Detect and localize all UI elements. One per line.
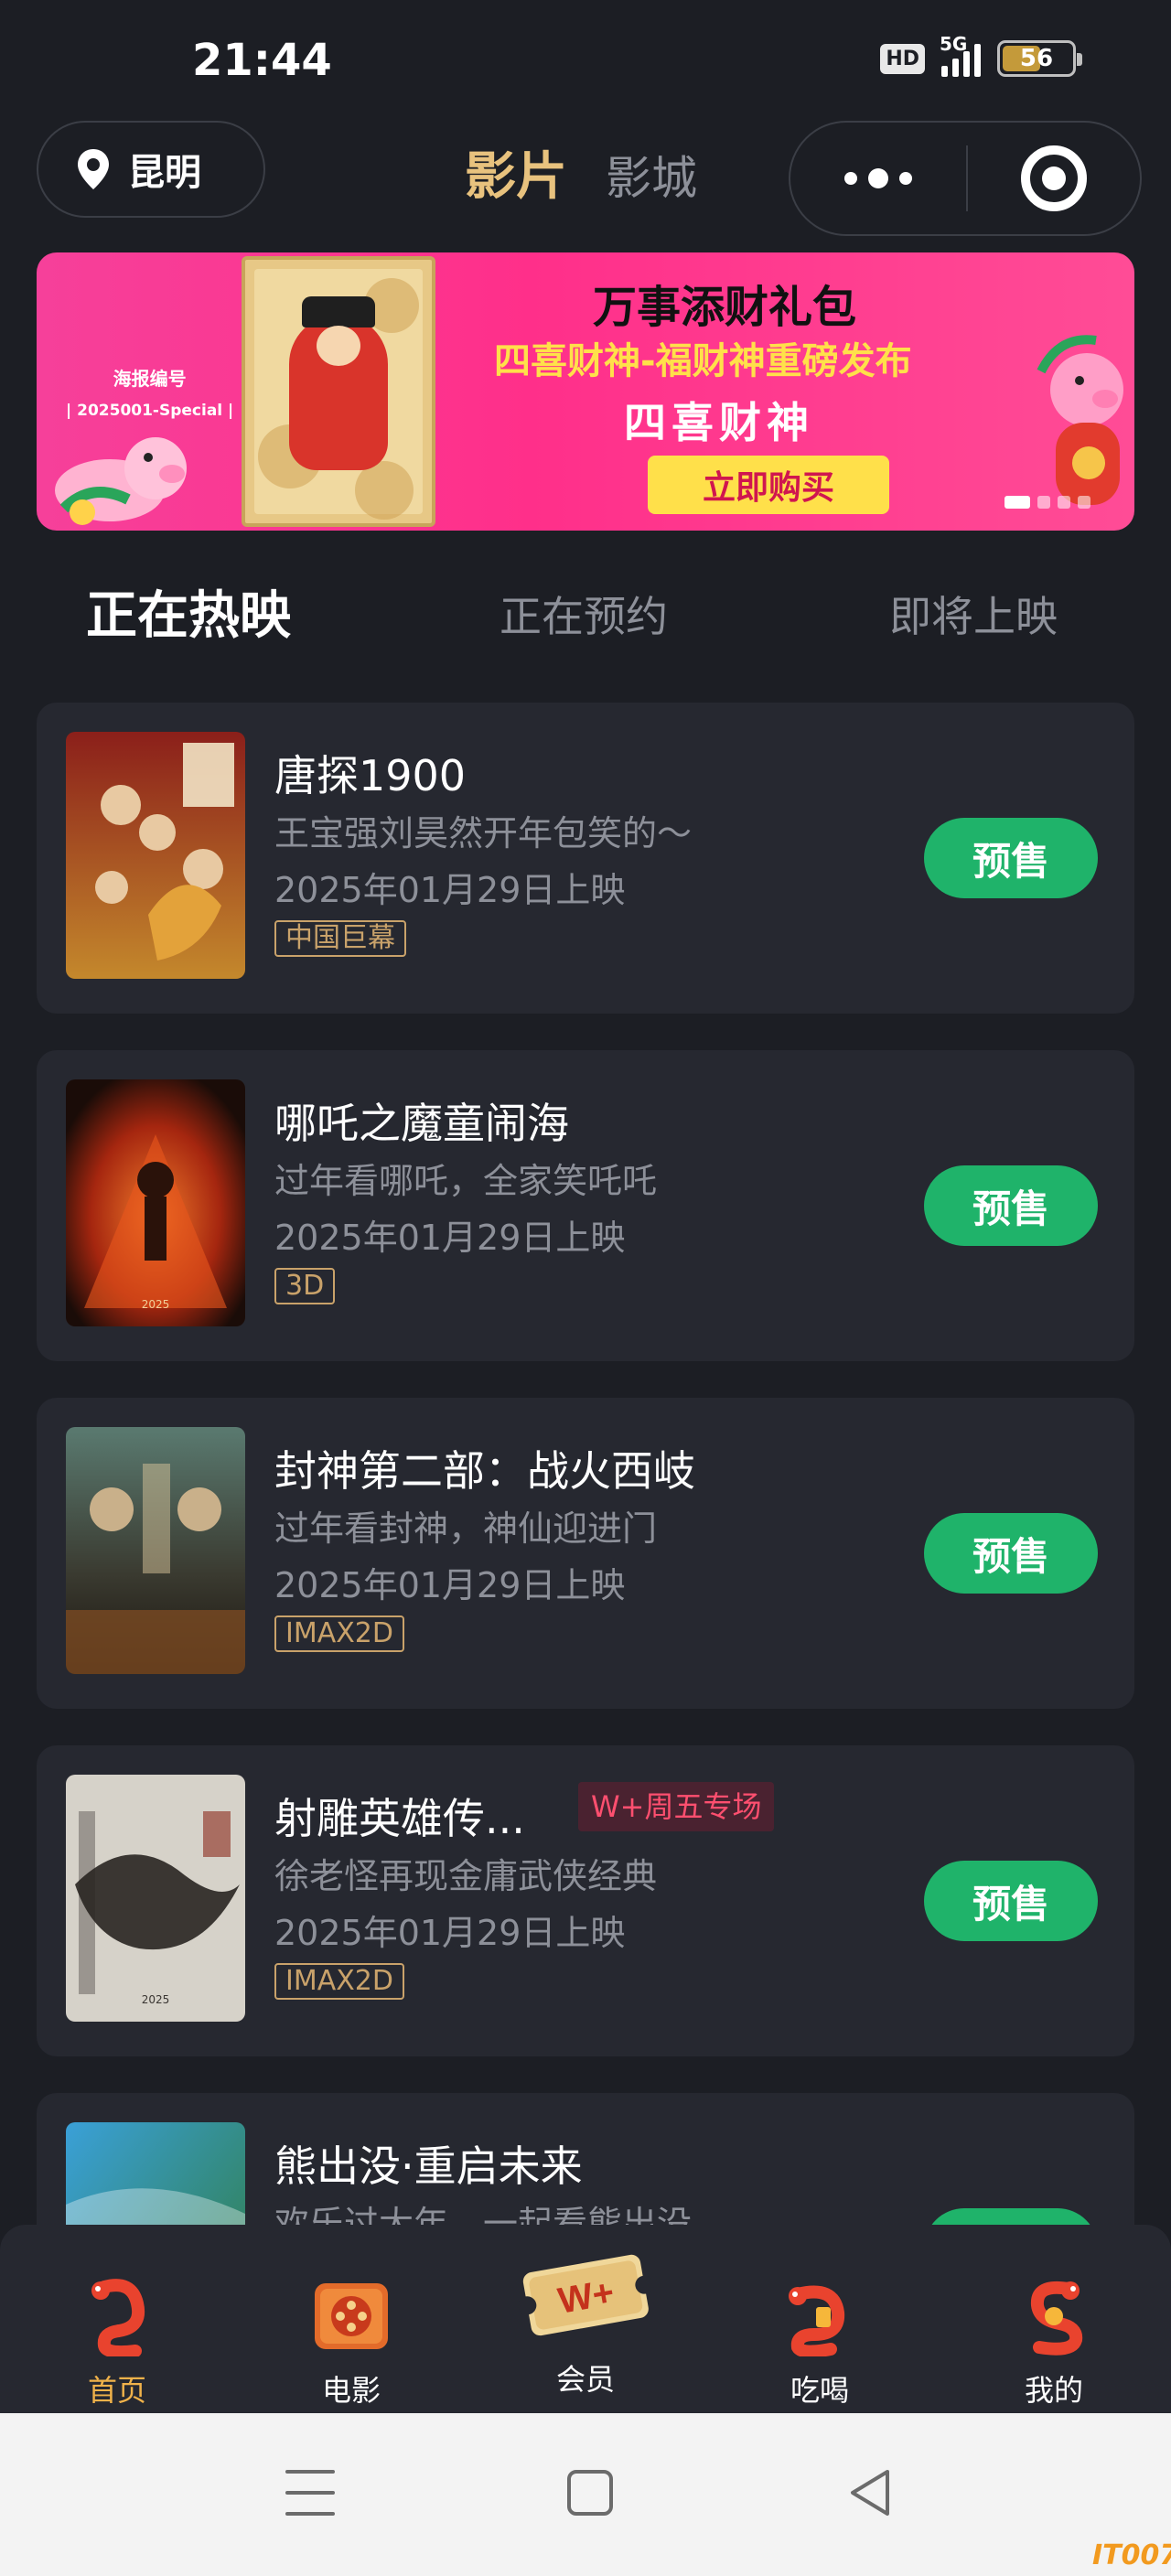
format-tag: IMAX2D [274,1963,404,2000]
banner-page-dot [1078,496,1090,509]
movie-release-date: 2025年01月29日上映 [274,1913,626,1953]
tab-food[interactable]: 吃喝 [728,2225,911,2413]
movie-poster[interactable] [66,732,245,979]
tab-movies[interactable]: 影片 [465,135,567,209]
banner-title: 万事添财礼包 [593,282,857,333]
home-icon[interactable] [567,2470,613,2516]
svg-text:2025: 2025 [142,1993,170,2006]
movie-card[interactable]: 熊出没·重启未来 欢乐过大年，一起看熊出没 [37,2093,1134,2226]
top-nav: 昆明 影片 影城 [0,119,1171,236]
tab-label: 电影 [321,2373,381,2408]
battery-level: 56 [1019,45,1054,72]
snake-food-icon [789,2285,845,2356]
hd-icon: HD [880,43,925,74]
tab-pre-booking[interactable]: 正在预约 [500,584,668,644]
tab-member[interactable]: W+ 会员 [494,2225,677,2413]
movie-desc: 过年看哪吒，全家笑吒吒 [274,1161,658,1201]
movie-poster[interactable]: 2025 [66,1775,245,2022]
watermark-logo: IT007 [1092,2539,1171,2571]
movie-release-date: 2025年01月29日上映 [274,1565,626,1605]
poster-code-label: 海报编号 [113,368,187,390]
format-tag: 3D [274,1268,336,1304]
banner-pagination [1004,496,1090,509]
city-selector[interactable]: 昆明 [37,121,265,218]
format-tag: 中国巨幕 [274,920,406,957]
signal-icon: 5G [940,33,981,77]
presale-button[interactable]: 预售 [924,1165,1098,1246]
presale-button[interactable] [924,2208,1098,2226]
banner-page-dot [1037,496,1050,509]
snake-home-icon [91,2279,145,2356]
location-pin-icon [78,149,109,189]
category-tabs: 正在热映 正在预约 即将上映 [0,574,1171,662]
buy-now-button[interactable]: 立即购买 [648,456,889,514]
tab-label: 吃喝 [790,2373,849,2408]
more-dots-icon[interactable] [790,168,966,188]
movie-desc: 欢乐过大年，一起看熊出没 [274,2204,693,2226]
movie-desc: 过年看封神，神仙迎进门 [274,1508,658,1549]
pig-mascot-icon [55,437,187,525]
tab-coming-soon[interactable]: 即将上映 [889,584,1058,644]
tab-label: 首页 [87,2373,146,2408]
movie-card[interactable]: 2025 射雕英雄传... W+周五专场 徐老怪再现金庸武侠经典 2025年01… [37,1745,1134,2056]
wplus-ticket-icon: W+ [518,2254,654,2336]
movie-title: 封神第二部：战火西岐 [274,1446,695,1496]
caishen-poster-art [242,256,435,527]
movie-desc: 王宝强刘昊然开年包笑的～ [274,813,693,853]
movie-card[interactable]: 2025 哪吒之魔童闹海 过年看哪吒，全家笑吒吒 2025年01月29日上映 3… [37,1050,1134,1361]
wplus-friday-badge: W+周五专场 [578,1782,775,1831]
presale-button[interactable]: 预售 [924,1861,1098,1941]
tab-home[interactable]: 首页 [26,2225,209,2413]
movie-title: 熊出没·重启未来 [274,2141,583,2191]
system-nav-bar [0,2413,1171,2576]
movie-title: 唐探1900 [274,751,467,800]
movie-card[interactable]: 唐探1900 王宝强刘昊然开年包笑的～ 2025年01月29日上映 中国巨幕 预… [37,703,1134,1014]
mini-program-capsule [789,121,1142,236]
svg-text:2025: 2025 [142,1298,170,1311]
presale-button[interactable]: 预售 [924,818,1098,898]
movie-list: 唐探1900 王宝强刘昊然开年包笑的～ 2025年01月29日上映 中国巨幕 预… [37,703,1134,2226]
tab-movie[interactable]: 电影 [260,2225,443,2413]
back-icon[interactable] [845,2466,893,2519]
movie-release-date: 2025年01月29日上映 [274,1218,626,1258]
banner-page-dot [1058,496,1070,509]
city-name: 昆明 [128,152,201,194]
recent-apps-icon[interactable] [285,2470,335,2516]
tab-cinemas[interactable]: 影城 [606,142,697,208]
movie-desc: 徐老怪再现金庸武侠经典 [274,1856,658,1896]
snake-profile-icon [1030,2281,1083,2356]
status-time: 21:44 [192,35,332,86]
banner-subtitle: 四喜财神-福财神重磅发布 [494,340,912,382]
status-icons: HD 5G 56 [880,33,1082,77]
presale-button[interactable]: 预售 [924,1513,1098,1594]
bottom-tab-bar: 首页 电影 W+ 会员 吃喝 我的 [0,2225,1171,2413]
movie-card[interactable]: 封神第二部：战火西岐 过年看封神，神仙迎进门 2025年01月29日上映 IMA… [37,1398,1134,1709]
movie-poster[interactable] [66,2122,245,2226]
banner-logo-text: 四喜财神 [624,398,814,447]
promo-banner[interactable]: 海报编号 | 2025001-Special | 万事添财礼包 四喜财神-福财神… [37,252,1134,531]
status-bar: 21:44 HD 5G 56 [0,0,1171,119]
poster-code: 海报编号 | 2025001-Special | [66,364,233,420]
segment-tabs: 影片 影城 [465,135,697,209]
movie-title: 射雕英雄传... [274,1794,525,1843]
tab-profile[interactable]: 我的 [962,2225,1145,2413]
movie-poster[interactable]: 2025 [66,1079,245,1326]
movie-poster[interactable] [66,1427,245,1674]
film-reel-icon [315,2283,388,2349]
target-icon[interactable] [968,145,1140,211]
movie-title: 哪吒之魔童闹海 [274,1099,569,1148]
tab-label: 会员 [555,2362,615,2397]
format-tag: IMAX2D [274,1615,404,1652]
banner-page-dot [1004,496,1030,509]
network-type: 5G [940,33,968,55]
battery-icon: 56 [997,40,1082,77]
movie-release-date: 2025年01月29日上映 [274,870,626,910]
tab-label: 我的 [1024,2373,1083,2408]
tab-now-showing[interactable]: 正在热映 [86,574,291,649]
